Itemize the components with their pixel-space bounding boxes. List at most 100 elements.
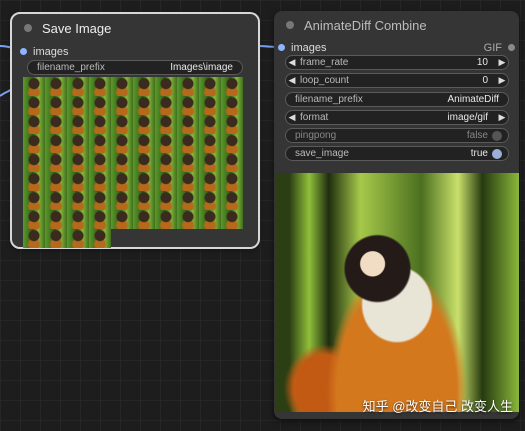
image-thumbnail: [221, 96, 243, 115]
image-thumbnail: [133, 77, 155, 96]
save-image-toggle[interactable]: save_image true: [285, 146, 509, 161]
image-thumbnail: [45, 134, 67, 153]
image-thumbnail: [133, 153, 155, 172]
collapse-toggle-icon[interactable]: [286, 21, 294, 29]
collapse-toggle-icon[interactable]: [24, 24, 32, 32]
image-thumbnail: [67, 229, 89, 248]
image-thumbnail: [155, 77, 177, 96]
widget-label: frame_rate: [300, 57, 349, 68]
image-thumbnail: [177, 191, 199, 210]
image-thumbnail: [177, 96, 199, 115]
increment-arrow-icon[interactable]: ▶: [496, 57, 508, 68]
image-thumbnail: [199, 172, 221, 191]
images-input-label: images: [291, 41, 327, 54]
image-thumbnail: [221, 153, 243, 172]
save-image-header[interactable]: Save Image: [12, 14, 258, 42]
image-thumbnail: [221, 172, 243, 191]
loop-count-widget[interactable]: ◀ loop_count 0 ▶: [285, 73, 509, 88]
image-thumbnail: [23, 229, 45, 248]
image-thumbnail: [45, 172, 67, 191]
image-thumbnail: [111, 96, 133, 115]
widget-label: filename_prefix: [295, 94, 363, 105]
image-thumbnail: [89, 210, 111, 229]
io-row: images GIF: [278, 39, 515, 56]
image-thumbnail: [177, 210, 199, 229]
widget-label: filename_prefix: [37, 62, 105, 73]
image-thumbnail: [111, 134, 133, 153]
widget-value: Images\image: [170, 62, 233, 73]
image-thumbnail: [199, 77, 221, 96]
image-thumbnail: [89, 96, 111, 115]
image-thumbnail: [177, 115, 199, 134]
image-thumbnail: [111, 210, 133, 229]
filename-prefix-widget[interactable]: filename_prefix AnimateDiff: [285, 92, 509, 107]
image-thumbnail: [23, 134, 45, 153]
image-thumbnail: [23, 172, 45, 191]
image-thumbnail: [23, 96, 45, 115]
image-thumbnail: [45, 96, 67, 115]
widget-value: true: [470, 148, 488, 159]
gif-output-label: GIF: [483, 41, 502, 54]
input-slot-dot-icon[interactable]: [20, 48, 27, 55]
image-thumbnail: [221, 191, 243, 210]
widget-value: 0: [482, 75, 488, 86]
image-thumbnail: [199, 115, 221, 134]
image-thumbnail: [67, 134, 89, 153]
toggle-on-icon[interactable]: [492, 148, 502, 159]
decrement-arrow-icon[interactable]: ◀: [286, 57, 298, 68]
image-thumbnail: [45, 210, 67, 229]
image-thumbnail: [111, 191, 133, 210]
image-thumbnail: [177, 172, 199, 191]
image-thumbnail: [155, 172, 177, 191]
image-thumbnail: [133, 210, 155, 229]
image-thumbnail: [89, 77, 111, 96]
save-image-node[interactable]: Save Image images filename_prefix Images…: [10, 12, 260, 249]
image-thumbnail: [23, 210, 45, 229]
image-thumbnail: [133, 191, 155, 210]
input-slot-dot-icon[interactable]: [278, 44, 285, 51]
images-input-slot[interactable]: images: [20, 43, 68, 60]
widget-value: 10: [476, 57, 488, 68]
image-thumbnail: [111, 172, 133, 191]
increment-arrow-icon[interactable]: ▶: [496, 112, 508, 123]
image-thumbnail: [89, 134, 111, 153]
animatediff-header[interactable]: AnimateDiff Combine: [274, 11, 519, 39]
image-thumbnail: [45, 77, 67, 96]
image-thumbnail: [23, 115, 45, 134]
output-slot-dot-icon[interactable]: [508, 44, 515, 51]
image-thumbnail: [67, 115, 89, 134]
image-thumbnail: [89, 153, 111, 172]
image-thumbnail: [89, 191, 111, 210]
image-thumbnail: [133, 115, 155, 134]
increment-arrow-icon[interactable]: ▶: [496, 75, 508, 86]
decrement-arrow-icon[interactable]: ◀: [286, 75, 298, 86]
filename-prefix-widget[interactable]: filename_prefix Images\image: [27, 60, 243, 75]
decrement-arrow-icon[interactable]: ◀: [286, 112, 298, 123]
image-thumbnail: [23, 153, 45, 172]
image-thumbnail: [45, 191, 67, 210]
node-title: Save Image: [42, 20, 112, 36]
images-input-label: images: [33, 45, 69, 58]
image-thumbnail: [133, 96, 155, 115]
widget-label: save_image: [295, 148, 349, 159]
image-thumbnail: [89, 115, 111, 134]
image-thumbnail: [199, 191, 221, 210]
watermark-text: 知乎 @改变自己 改变人生: [362, 399, 513, 414]
image-thumbnail: [155, 210, 177, 229]
image-thumbnail: [67, 77, 89, 96]
image-thumbnail: [45, 115, 67, 134]
format-widget[interactable]: ◀ format image/gif ▶: [285, 110, 509, 125]
image-thumbnail: [111, 153, 133, 172]
gif-preview-image: [275, 173, 519, 412]
image-thumbnail: [221, 77, 243, 96]
frame-rate-widget[interactable]: ◀ frame_rate 10 ▶: [285, 55, 509, 70]
pingpong-toggle[interactable]: pingpong false: [285, 128, 509, 143]
node-title: AnimateDiff Combine: [304, 17, 427, 33]
widget-label: pingpong: [295, 130, 337, 141]
image-thumbnail: [177, 153, 199, 172]
image-thumbnail: [67, 96, 89, 115]
widget-label: format: [300, 112, 329, 123]
image-thumbnail: [133, 134, 155, 153]
toggle-off-icon[interactable]: [492, 130, 502, 141]
image-preview-grid: [23, 77, 243, 248]
